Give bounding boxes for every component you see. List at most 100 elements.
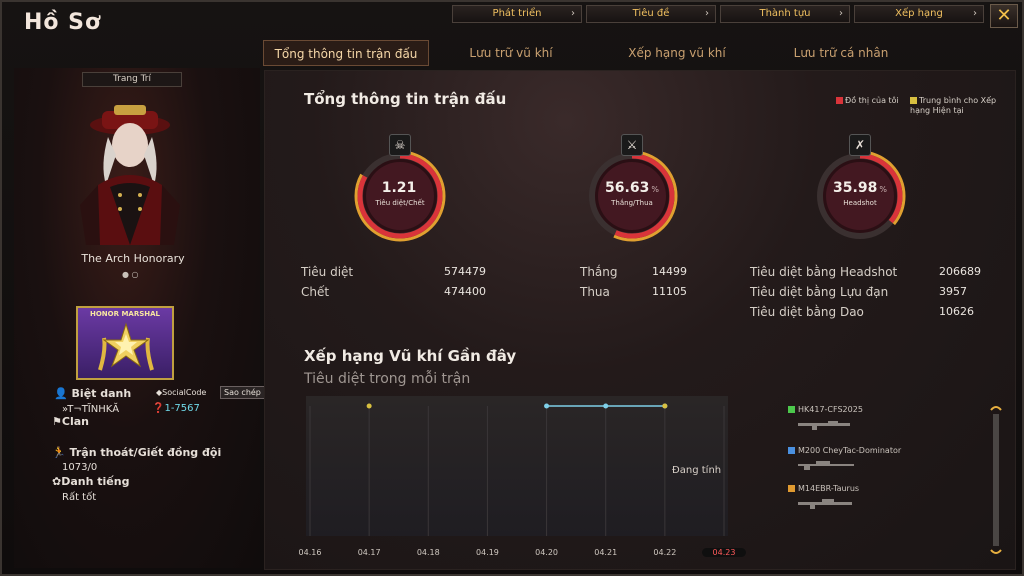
clan-label-text: Clan (61, 415, 89, 428)
weapon-rank-subtitle: Tiêu diệt trong mỗi trận (304, 371, 471, 387)
question-icon: ❓ (152, 403, 165, 414)
weapon-name: HK417-CFS2025 (798, 405, 863, 414)
win-rate-value: 56.63% (580, 180, 684, 196)
nav-achievement-button[interactable]: Thành tựu › (720, 5, 850, 23)
rifle-icon (798, 421, 850, 430)
crossed-guns-icon: ✗ (849, 134, 871, 156)
carousel-dots[interactable]: ● ○ (122, 270, 139, 279)
gauge-inner (826, 162, 894, 230)
legend-my-graph-label: Đồ thị của tôi (845, 96, 899, 105)
knife-kills-value: 10626 (939, 305, 974, 318)
win-rate-gauge (586, 150, 678, 242)
kills-value: 574479 (444, 265, 486, 278)
rank-badge-text: HONOR MARSHAL (90, 310, 160, 318)
series-point[interactable] (544, 403, 550, 409)
headshot-suffix: % (879, 185, 887, 194)
series-point[interactable] (366, 403, 372, 409)
x-tick-label: 04.18 (416, 548, 440, 557)
user-icon: 👤 (54, 387, 68, 400)
chevron-right-icon: › (571, 8, 575, 19)
clan-label: ⚑Clan (52, 415, 89, 428)
x-tick-label: 04.20 (535, 548, 559, 557)
nav-development-label: Phát triển (492, 8, 542, 19)
deaths-label: Chết (301, 285, 330, 299)
legend-rank-average: Trung bình cho Xếp hạng Hiện tại (910, 96, 1010, 116)
win-rate-suffix: % (651, 185, 659, 194)
weapon-rank-title: Xếp hạng Vũ khí Gần đây (304, 347, 517, 365)
kd-ratio-number: 1.21 (381, 180, 417, 196)
headshot-kills-value: 206689 (939, 265, 981, 278)
escape-value: 1073/0 (62, 462, 98, 473)
reputation-label: ✿Danh tiếng (52, 475, 129, 488)
nav-title-button[interactable]: Tiêu đề › (586, 5, 716, 23)
reputation-value: Rất tốt (62, 492, 97, 503)
x-tick-label: 04.23 (702, 548, 746, 557)
weapon-kills-chart (309, 403, 725, 536)
deaths-value: 474400 (444, 285, 486, 298)
decoration-button[interactable]: Trang Trí (82, 72, 182, 87)
sniper-rifle-icon (798, 461, 854, 470)
x-tick-label: 04.17 (357, 548, 381, 557)
kd-ratio-value: 1.21 (348, 180, 452, 196)
knife-kills-label: Tiêu diệt bằng Dao (750, 305, 864, 319)
weapon-name: M14EBR-Taurus (798, 484, 860, 493)
nav-ranking-button[interactable]: Xếp hạng › (854, 5, 984, 23)
grenade-kills-label: Tiêu diệt bằng Lựu đạn (750, 285, 889, 299)
tab-personal-storage[interactable]: Lưu trữ cá nhân (776, 40, 906, 66)
star-emblem-icon (98, 322, 154, 371)
gauge-inner (366, 162, 434, 230)
chevron-right-icon: › (839, 8, 843, 19)
escape-label: 🏃 Trận thoát/Giết đồng đội (52, 446, 221, 459)
character-portrait[interactable] (60, 95, 200, 245)
calculating-status: Đang tính (672, 465, 722, 476)
headshot-label: Headshot (843, 199, 877, 207)
weapon-legend-item[interactable]: M200 CheyTac-Dominator (788, 446, 901, 455)
close-x-icon: ✕ (996, 5, 1012, 26)
weapon-legend-item[interactable]: HK417-CFS2025 (788, 405, 863, 414)
copy-button[interactable]: Sao chép (220, 386, 265, 399)
chevron-right-icon: › (973, 8, 977, 19)
series-point[interactable] (662, 403, 668, 409)
weapon-swatch (788, 485, 795, 492)
headshot-number: 35.98 (833, 180, 878, 196)
weapon-swatch (788, 406, 795, 413)
crossed-swords-icon: ⚔ (621, 134, 643, 156)
losses-value: 11105 (652, 285, 687, 298)
clan-icon: ⚑ (52, 415, 62, 428)
close-button[interactable]: ✕ (990, 4, 1018, 28)
social-code-value: ❓1-7567 (152, 403, 200, 414)
win-rate-number: 56.63 (605, 180, 650, 196)
social-code-value-text: 1-7567 (164, 403, 200, 414)
weapon-name: M200 CheyTac-Dominator (798, 446, 902, 455)
headshot-kills-label: Tiêu diệt bằng Headshot (750, 265, 898, 279)
nickname-value: »T¬TĨNHKĂ (62, 404, 120, 415)
win-rate-label: Thắng/Thua (611, 199, 653, 207)
series-point[interactable] (603, 403, 609, 409)
legend-swatch-my-graph (836, 97, 843, 104)
legend-rank-average-label: Trung bình cho Xếp hạng Hiện tại (910, 96, 997, 115)
chevron-right-icon: › (705, 8, 709, 19)
tab-match-overview[interactable]: Tổng thông tin trận đấu (263, 40, 429, 66)
tab-weapon-ranking[interactable]: Xếp hạng vũ khí (612, 40, 742, 66)
reputation-label-text: Danh tiếng (61, 475, 130, 488)
nav-title-label: Tiêu đề (632, 8, 670, 19)
escape-label-text: Trận thoát/Giết đồng đội (69, 446, 222, 459)
rank-badge: HONOR MARSHAL (76, 306, 174, 380)
grenade-kills-value: 3957 (939, 285, 967, 298)
legend-my-graph: Đồ thị của tôi (836, 96, 899, 105)
window-title: Hồ Sơ (24, 10, 102, 35)
x-tick-label: 04.19 (475, 548, 499, 557)
wins-label: Thắng (580, 265, 618, 279)
kd-ratio-label: Tiêu diệt/Chết (375, 199, 425, 207)
weapon-legend-item[interactable]: M14EBR-Taurus (788, 484, 859, 493)
social-code-label: ◆SocialCode (156, 388, 206, 397)
x-tick-label: 04.16 (298, 548, 322, 557)
nav-development-button[interactable]: Phát triển › (452, 5, 582, 23)
x-tick-label: 04.22 (653, 548, 677, 557)
weapon-list-scrollbar[interactable] (990, 404, 1002, 556)
legend-swatch-rank-average (910, 97, 917, 104)
running-man-icon: 🏃 (52, 446, 66, 459)
kd-ratio-gauge (354, 150, 446, 242)
reputation-icon: ✿ (52, 475, 62, 488)
tab-weapon-storage[interactable]: Lưu trữ vũ khí (446, 40, 576, 66)
